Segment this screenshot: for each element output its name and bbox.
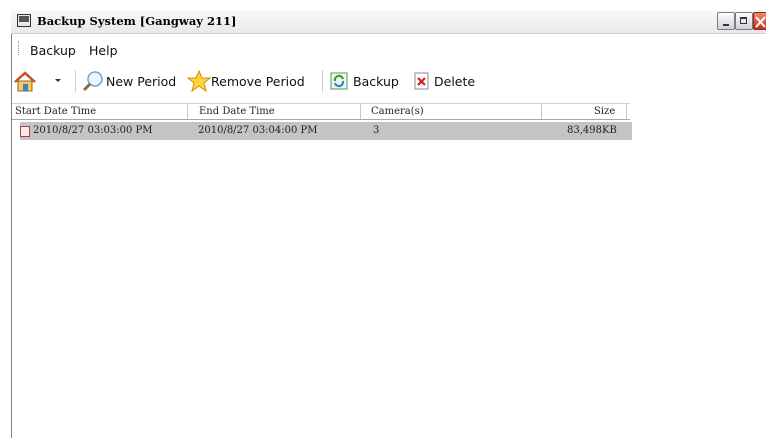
remove-period-label: Remove Period [211,74,305,89]
minimize-button[interactable] [717,12,735,30]
column-divider[interactable] [541,104,542,119]
remove-period-button[interactable]: Remove Period [187,70,312,92]
backup-button[interactable]: Backup [330,70,402,92]
column-header-row: Start Date Time End Date Time Camera(s) … [12,103,630,120]
menu-help[interactable]: Help [89,43,118,58]
delete-icon [414,72,429,90]
column-header-size[interactable]: Size [594,104,615,119]
toolbar-separator [75,70,77,92]
toolbar-separator [322,70,324,92]
app-icon [17,14,31,27]
cell-end: 2010/8/27 03:04:00 PM [198,125,318,136]
menu-grip [18,41,21,55]
cell-cameras: 3 [373,125,380,136]
star-icon [187,70,211,92]
delete-label: Delete [434,74,476,89]
menu-bar: Backup Help [12,34,766,62]
backup-label: Backup [353,74,399,89]
column-header-cameras[interactable]: Camera(s) [371,104,424,119]
new-period-label: New Period [106,74,177,89]
record-icon [20,126,30,137]
home-icon [14,71,36,92]
menu-backup[interactable]: Backup [30,43,76,58]
refresh-icon [330,72,348,90]
window-title: Backup System [Gangway 211] [37,14,237,28]
backup-list[interactable]: Start Date Time End Date Time Camera(s) … [12,103,766,438]
new-period-button[interactable]: New Period [82,70,182,92]
column-divider[interactable] [360,104,361,119]
column-header-start[interactable]: Start Date Time [15,104,96,119]
title-bar: Backup System [Gangway 211] [11,10,766,34]
close-button[interactable] [753,12,766,30]
magnifier-icon [82,71,103,92]
column-header-end[interactable]: End Date Time [199,104,275,119]
close-icon [755,16,766,28]
cell-start: 2010/8/27 03:03:00 PM [33,125,153,136]
toolbar: New Period Remove Period Backup Delete [12,63,766,99]
delete-button[interactable]: Delete [414,70,480,92]
column-divider[interactable] [626,104,627,119]
maximize-button[interactable] [735,12,753,30]
table-row[interactable]: 2010/8/27 03:03:00 PM 2010/8/27 03:04:00… [20,122,632,140]
column-divider[interactable] [187,104,188,119]
dropdown-arrow-icon [55,79,61,82]
cell-size: 83,498KB [567,125,617,136]
home-button[interactable] [12,70,70,92]
